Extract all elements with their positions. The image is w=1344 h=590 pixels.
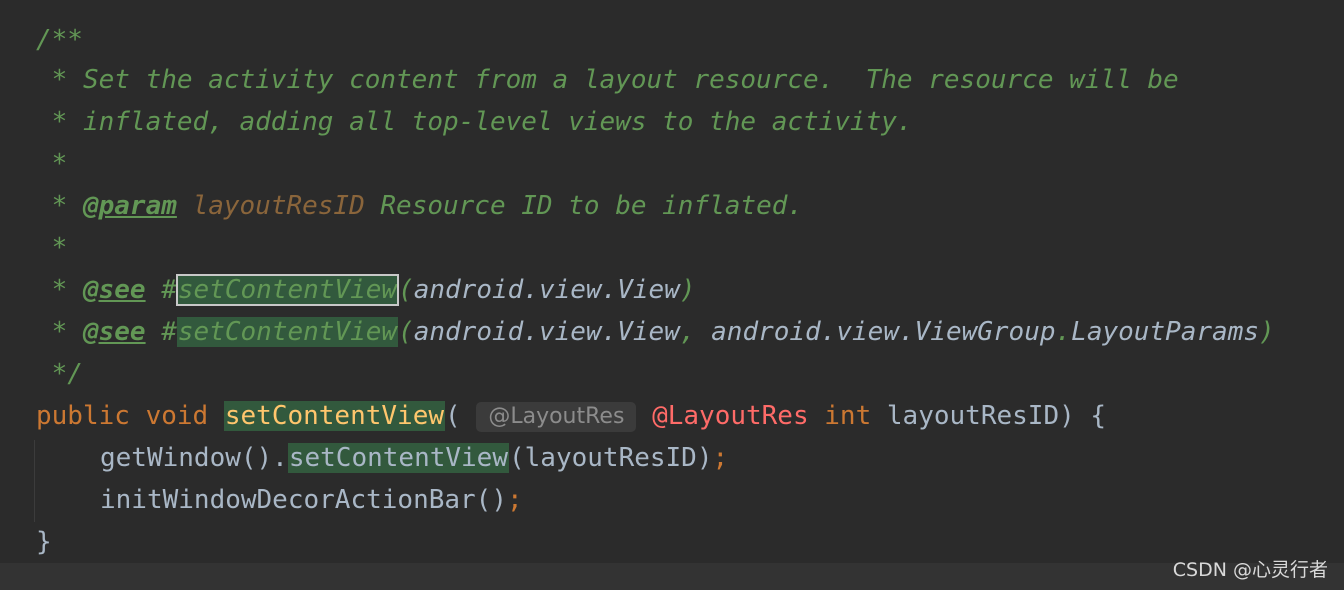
javadoc-hash: # bbox=[145, 317, 177, 347]
semicolon: ; bbox=[712, 443, 729, 473]
code-line-3: * inflated, adding all top-level views t… bbox=[36, 102, 913, 142]
code-line-13: } bbox=[36, 522, 52, 562]
see-method-ref[interactable]: setContentView bbox=[175, 274, 400, 306]
javadoc-hash: # bbox=[145, 275, 177, 305]
paren: ) bbox=[679, 275, 696, 305]
code-line-6: * bbox=[36, 228, 68, 268]
javadoc-blank: * bbox=[36, 233, 68, 263]
javadoc-param-desc: Resource ID to be inflated. bbox=[364, 191, 804, 221]
javadoc-see-tag[interactable]: @see bbox=[83, 275, 146, 305]
keyword-int: int bbox=[824, 401, 872, 431]
method-declaration[interactable]: setContentView bbox=[223, 401, 446, 431]
javadoc-close: */ bbox=[36, 359, 83, 389]
inlay-hint: @LayoutRes bbox=[476, 401, 637, 432]
code-editor[interactable]: /** * Set the activity content from a la… bbox=[0, 0, 1344, 590]
code-line-4: * bbox=[36, 144, 68, 184]
comma: , bbox=[679, 317, 712, 347]
see-method-ref[interactable]: setContentView bbox=[176, 317, 399, 347]
paren: ( bbox=[398, 275, 414, 305]
watermark: CSDN @心灵行者 bbox=[1172, 559, 1328, 581]
code-line-10: public void setContentView( @LayoutRes @… bbox=[36, 396, 1106, 436]
parameter[interactable]: layoutResID bbox=[887, 401, 1059, 431]
indent-guide bbox=[34, 440, 35, 522]
code-line-12: initWindowDecorActionBar(); bbox=[100, 480, 523, 520]
javadoc-star: * bbox=[36, 275, 83, 305]
keyword-void: void bbox=[145, 401, 209, 431]
annotation[interactable]: @LayoutRes bbox=[652, 401, 809, 431]
semicolon: ; bbox=[507, 485, 523, 515]
call-get-window[interactable]: getWindow(). bbox=[100, 443, 288, 473]
see-arg-class[interactable]: android.view.ViewGroup bbox=[711, 317, 1055, 347]
signature-close: ) { bbox=[1059, 401, 1107, 431]
call-args: (layoutResID) bbox=[509, 443, 713, 473]
javadoc-open: /** bbox=[36, 25, 83, 55]
dot: . bbox=[1055, 317, 1072, 347]
close-brace: } bbox=[36, 527, 52, 557]
code-line-7: * @see #setContentView(android.view.View… bbox=[36, 270, 695, 310]
code-line-2: * Set the activity content from a layout… bbox=[36, 60, 1179, 100]
code-line-9: */ bbox=[36, 354, 83, 394]
paren: ) bbox=[1259, 317, 1275, 347]
method-call[interactable]: setContentView bbox=[287, 443, 509, 473]
code-line-1: /** bbox=[36, 20, 83, 60]
see-arg-class[interactable]: LayoutParams bbox=[1071, 317, 1259, 347]
javadoc-see-tag[interactable]: @see bbox=[83, 317, 146, 347]
javadoc-param-name: layoutResID bbox=[192, 191, 365, 221]
paren: ( bbox=[445, 401, 461, 431]
code-line-8: * @see #setContentView(android.view.View… bbox=[36, 312, 1275, 352]
code-line-11: getWindow().setContentView(layoutResID); bbox=[100, 438, 728, 478]
see-arg-class[interactable]: android.view.View bbox=[414, 317, 680, 347]
see-arg-class[interactable]: android.view.View bbox=[414, 275, 680, 305]
javadoc-star: * bbox=[36, 317, 83, 347]
bottom-bar bbox=[0, 563, 1344, 590]
code-line-5: * @param layoutResID Resource ID to be i… bbox=[36, 186, 803, 226]
javadoc-text: * Set the activity content from a layout… bbox=[36, 65, 1179, 95]
method-call[interactable]: initWindowDecorActionBar() bbox=[100, 485, 507, 515]
javadoc-blank: * bbox=[36, 149, 68, 179]
javadoc-star: * bbox=[36, 191, 83, 221]
keyword-public: public bbox=[36, 401, 130, 431]
javadoc-param-tag[interactable]: @param bbox=[83, 191, 177, 221]
paren: ( bbox=[398, 317, 414, 347]
javadoc-text: * inflated, adding all top-level views t… bbox=[36, 107, 913, 137]
